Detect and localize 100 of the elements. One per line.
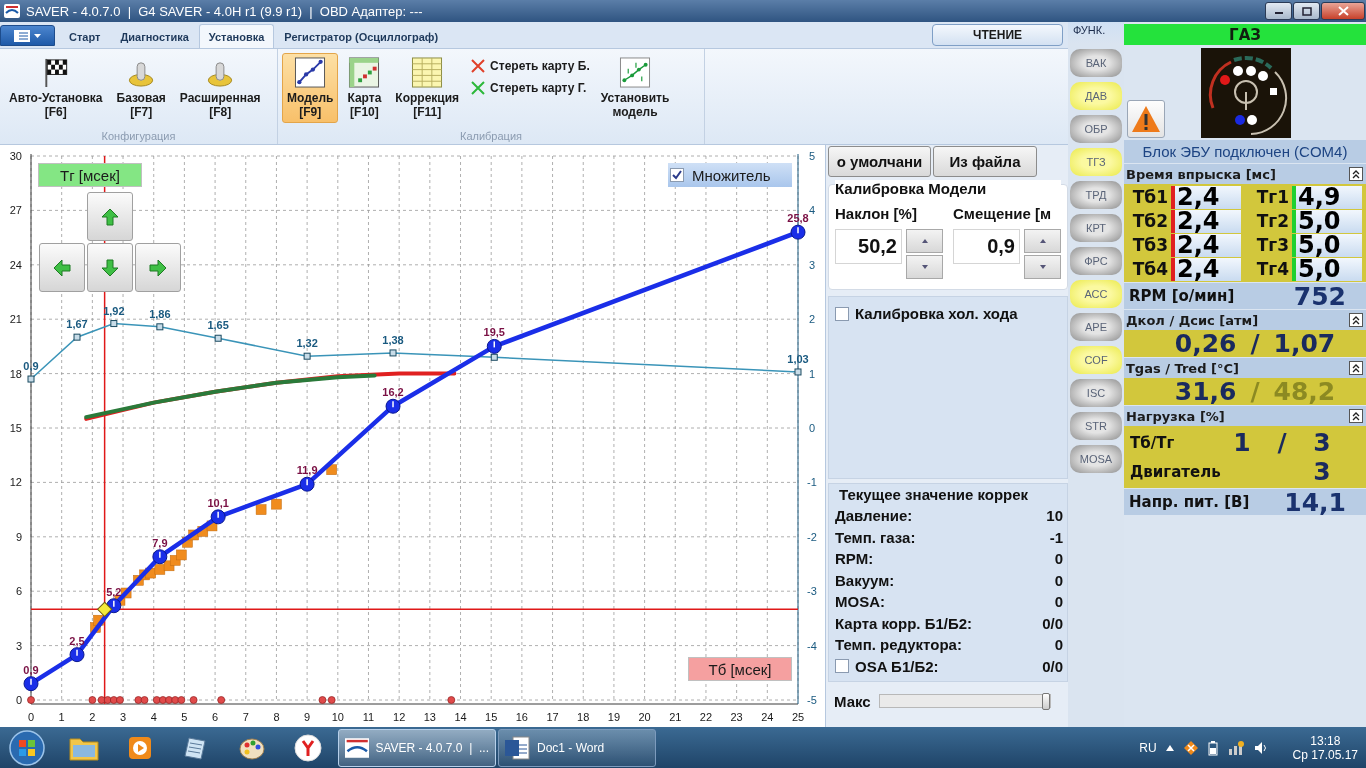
- data-label: 25,8: [787, 212, 809, 225]
- connection-status: Блок ЭБУ подключен (COM4): [1124, 140, 1366, 163]
- channel-label: Тг1: [1255, 187, 1289, 207]
- fuel-indicator: ГАЗ: [1124, 24, 1366, 45]
- channel-label: Тг2: [1255, 211, 1289, 231]
- axis-label: -3: [807, 585, 817, 598]
- clock-time: 13:18: [1310, 733, 1341, 748]
- window-title: SAVER - 4.0.7.0 | G4 SAVER - 4.0H r1 (9.9 r1) | OBD Адаптер: ---: [26, 3, 424, 19]
- axis-label: 5: [808, 150, 816, 162]
- voltage-label: Напр. пит. [В]: [1129, 493, 1250, 511]
- data-label: 10,1: [207, 496, 229, 509]
- axis-label: 11: [362, 711, 375, 723]
- row-label: OSA Б1/Б2:: [855, 657, 939, 675]
- axis-label: 23: [730, 711, 743, 723]
- injection-value: 5,0: [1292, 209, 1362, 233]
- axis-label: 22: [699, 711, 713, 723]
- row-label: Темп. редуктора:: [835, 636, 962, 654]
- axis-label: 3: [120, 711, 127, 723]
- axis-label: 16: [515, 711, 528, 723]
- axis-label: 18: [577, 711, 590, 723]
- row-label: Вакуум:: [835, 571, 895, 589]
- row-label: MOSA:: [835, 593, 885, 611]
- axis-label: 14: [454, 711, 467, 723]
- temperature-value: 31,6: [1174, 377, 1237, 406]
- load-label: Тб/Тг: [1130, 433, 1176, 452]
- clock-date: Ср 17.05.17: [1292, 747, 1358, 762]
- axis-label: 1: [808, 367, 816, 380]
- axis-label: 5: [181, 711, 188, 723]
- row-label: Темп. газа:: [835, 528, 916, 546]
- row-label: Давление:: [835, 507, 913, 525]
- channel-label: Тб4: [1131, 259, 1168, 279]
- axis-title: Тб [мсек]: [688, 657, 792, 681]
- axis-label: 25: [791, 711, 805, 723]
- channel-label: Тг3: [1255, 235, 1289, 255]
- group-title: Калибрация: [459, 130, 523, 142]
- data-label: 1,03: [787, 352, 809, 365]
- axis-label: 8: [273, 711, 280, 723]
- data-label: 1,38: [382, 333, 404, 346]
- axis-label: 15: [485, 711, 498, 723]
- axis-label: 12: [393, 711, 406, 723]
- temperature-value: /: [1250, 377, 1260, 406]
- axis-label: 18: [9, 367, 22, 380]
- axis-label: 7: [242, 711, 249, 723]
- axis-label: 3: [808, 258, 816, 271]
- data-label: 2,5: [69, 634, 85, 647]
- injection-value: 2,4: [1171, 209, 1241, 233]
- data-label: 11,9: [296, 464, 318, 477]
- load-value: /: [1276, 428, 1288, 457]
- pressure-value: 1,07: [1273, 329, 1336, 358]
- axis-label: -2: [807, 530, 817, 543]
- channel-label: Тб1: [1131, 187, 1168, 207]
- axis-label: 12: [9, 476, 22, 489]
- checkbox-label: Калибровка хол. хода: [855, 305, 1018, 322]
- axis-label: 1: [58, 711, 65, 723]
- group-title: Калибровка Модели: [835, 180, 1061, 197]
- axis-label: 0: [15, 694, 22, 706]
- axis-label: 19: [607, 711, 621, 723]
- axis-label: 10: [331, 711, 344, 723]
- load-value: 3: [1312, 457, 1332, 486]
- row-value: 0/0: [1042, 657, 1063, 675]
- data-label: 0,9: [23, 663, 39, 676]
- axis-label: 21: [669, 711, 682, 723]
- row-value: 0/0: [1042, 614, 1063, 632]
- axis-label: 9: [15, 530, 22, 543]
- row-value: 10: [1046, 507, 1063, 525]
- injection-value: 5,0: [1292, 233, 1362, 257]
- slider-label: Макс: [834, 692, 871, 710]
- data-label: 5,2: [106, 585, 122, 598]
- axis-label: -5: [807, 694, 817, 706]
- field-label: Наклон [%]: [835, 205, 918, 222]
- row-label: RPM:: [835, 550, 874, 568]
- axis-label: 24: [761, 711, 774, 723]
- axis-label: 24: [9, 258, 22, 271]
- axis-label: 30: [9, 150, 22, 162]
- row-value: 0: [1054, 636, 1063, 654]
- axis-label: 4: [808, 204, 816, 217]
- temperature-value: 48,2: [1273, 377, 1336, 406]
- section-title: Время впрыска [мс]: [1126, 166, 1276, 182]
- pressure-value: /: [1250, 329, 1260, 358]
- pressure-value: 0,26: [1174, 329, 1237, 358]
- axis-label: 0: [27, 711, 35, 723]
- data-label: 1,86: [149, 307, 171, 320]
- axis-label: 2: [89, 711, 96, 723]
- channel-label: Тб3: [1131, 235, 1168, 255]
- rpm-value: 752: [1293, 281, 1346, 311]
- axis-title: Тг [мсек]: [38, 163, 142, 187]
- axis-label: 0: [808, 422, 816, 434]
- injection-value: 2,4: [1171, 257, 1241, 281]
- row-value: 0: [1054, 593, 1063, 611]
- axis-label: 13: [423, 711, 436, 723]
- axis-label: 6: [212, 711, 219, 723]
- injection-value: 2,4: [1171, 185, 1241, 209]
- data-label: 1,67: [66, 318, 88, 331]
- section-title: Дкол / Дсис [атм]: [1126, 312, 1259, 328]
- axis-label: -4: [807, 639, 817, 652]
- axis-label: 20: [638, 711, 651, 723]
- panel-title: Текущее значение коррек: [839, 486, 1030, 503]
- axis-label: 3: [15, 639, 22, 652]
- data-label: 1,32: [296, 337, 318, 350]
- row-value: 0: [1054, 550, 1063, 568]
